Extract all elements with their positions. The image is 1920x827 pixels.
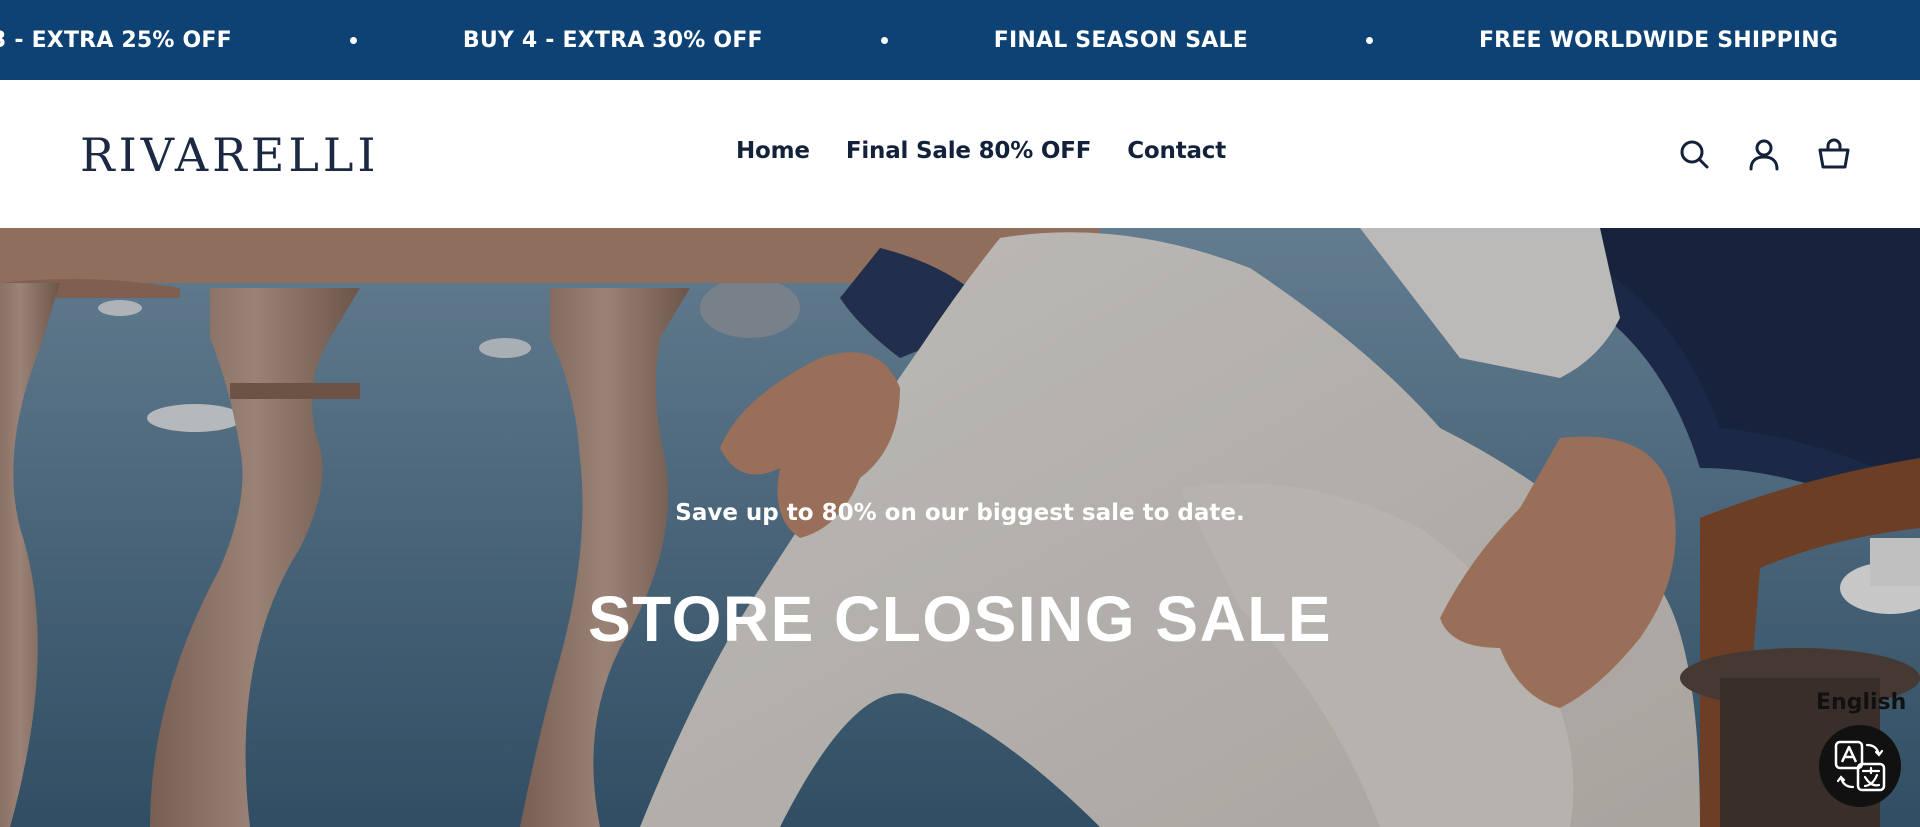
language-label[interactable]: English	[1816, 690, 1906, 715]
hero-overlay	[0, 228, 1920, 827]
announcement-bar: BUY 3 - EXTRA 25% OFF BUY 4 - EXTRA 30% …	[0, 0, 1920, 80]
site-logo[interactable]: RIVARELLI	[80, 128, 380, 182]
header-actions	[1676, 136, 1852, 172]
announcement-message: FINAL SEASON SALE	[993, 27, 1248, 53]
cart-icon[interactable]	[1816, 136, 1852, 172]
account-icon[interactable]	[1746, 136, 1782, 172]
announcement-message: BUY 3 - EXTRA 25% OFF	[0, 27, 232, 53]
translate-icon	[1834, 740, 1886, 792]
announcement-track: BUY 3 - EXTRA 25% OFF BUY 4 - EXTRA 30% …	[0, 0, 1920, 80]
nav-final-sale-link[interactable]: Final Sale 80% OFF	[846, 138, 1092, 164]
hero-title: STORE CLOSING SALE	[587, 583, 1333, 655]
announcement-message: BUY 4 - EXTRA 30% OFF	[462, 27, 763, 53]
separator-dot	[349, 36, 357, 44]
hero-banner: Save up to 80% on our biggest sale to da…	[0, 228, 1920, 827]
hero-subtitle: Save up to 80% on our biggest sale to da…	[675, 500, 1245, 526]
language-switcher-button[interactable]	[1819, 725, 1901, 807]
separator-dot	[880, 36, 888, 44]
main-nav: Home Final Sale 80% OFF Contact	[736, 138, 1226, 164]
separator-dot	[1365, 36, 1373, 44]
search-icon[interactable]	[1676, 136, 1712, 172]
nav-home-link[interactable]: Home	[736, 138, 810, 164]
announcement-message: FREE WORLDWIDE SHIPPING	[1478, 27, 1839, 53]
nav-contact-link[interactable]: Contact	[1127, 138, 1226, 164]
site-header: RIVARELLI Home Final Sale 80% OFF Contac…	[0, 80, 1920, 228]
